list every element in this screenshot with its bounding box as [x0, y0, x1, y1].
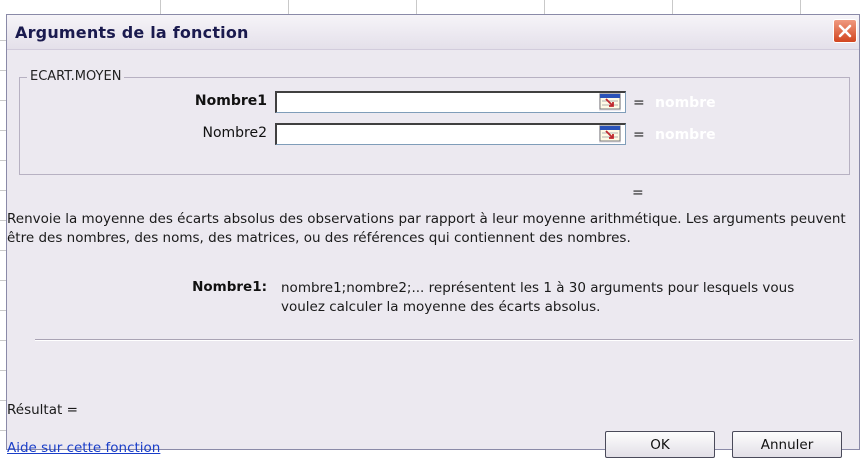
column-gridline [416, 0, 417, 14]
arg-equals-1: = [633, 95, 645, 111]
column-gridline [544, 0, 545, 14]
range-picker-button-2[interactable] [599, 125, 621, 143]
column-gridline [800, 0, 801, 14]
dialog-titlebar[interactable]: Arguments de la fonction [7, 15, 859, 50]
arg-hint-2: nombre [655, 127, 716, 143]
separator [35, 339, 853, 341]
nombre2-input[interactable] [275, 123, 626, 145]
close-button[interactable] [833, 19, 857, 43]
param-description: nombre1;nombre2;... représentent les 1 à… [281, 280, 795, 315]
collapse-dialog-icon [599, 93, 621, 110]
arg-equals-2: = [633, 127, 645, 143]
arg-label-nombre2: Nombre2 [202, 125, 267, 141]
arg-label-nombre1: Nombre1 [194, 93, 267, 109]
column-gridline [672, 0, 673, 14]
close-icon [838, 24, 852, 38]
function-arguments-dialog: Arguments de la fonction ECART.MOYEN Nom… [6, 14, 860, 458]
dialog-title: Arguments de la fonction [15, 23, 249, 42]
column-gridline [288, 0, 289, 14]
cancel-button[interactable]: Annuler [732, 431, 842, 458]
function-name: ECART.MOYEN [27, 69, 125, 84]
collapse-dialog-icon [599, 125, 621, 142]
arg-hint-1: nombre [655, 95, 716, 111]
formula-result-label: Résultat = [7, 402, 78, 418]
spreadsheet-background [0, 0, 860, 14]
range-picker-button-1[interactable] [599, 93, 621, 111]
nombre1-input[interactable] [275, 91, 626, 113]
ok-button[interactable]: OK [605, 431, 715, 458]
function-description: Renvoie la moyenne des écarts absolus de… [7, 211, 846, 246]
help-link[interactable]: Aide sur cette fonction [7, 440, 160, 456]
function-result-equals: = [632, 185, 644, 201]
param-name: Nombre1: [192, 279, 267, 295]
column-gridline [160, 0, 161, 14]
